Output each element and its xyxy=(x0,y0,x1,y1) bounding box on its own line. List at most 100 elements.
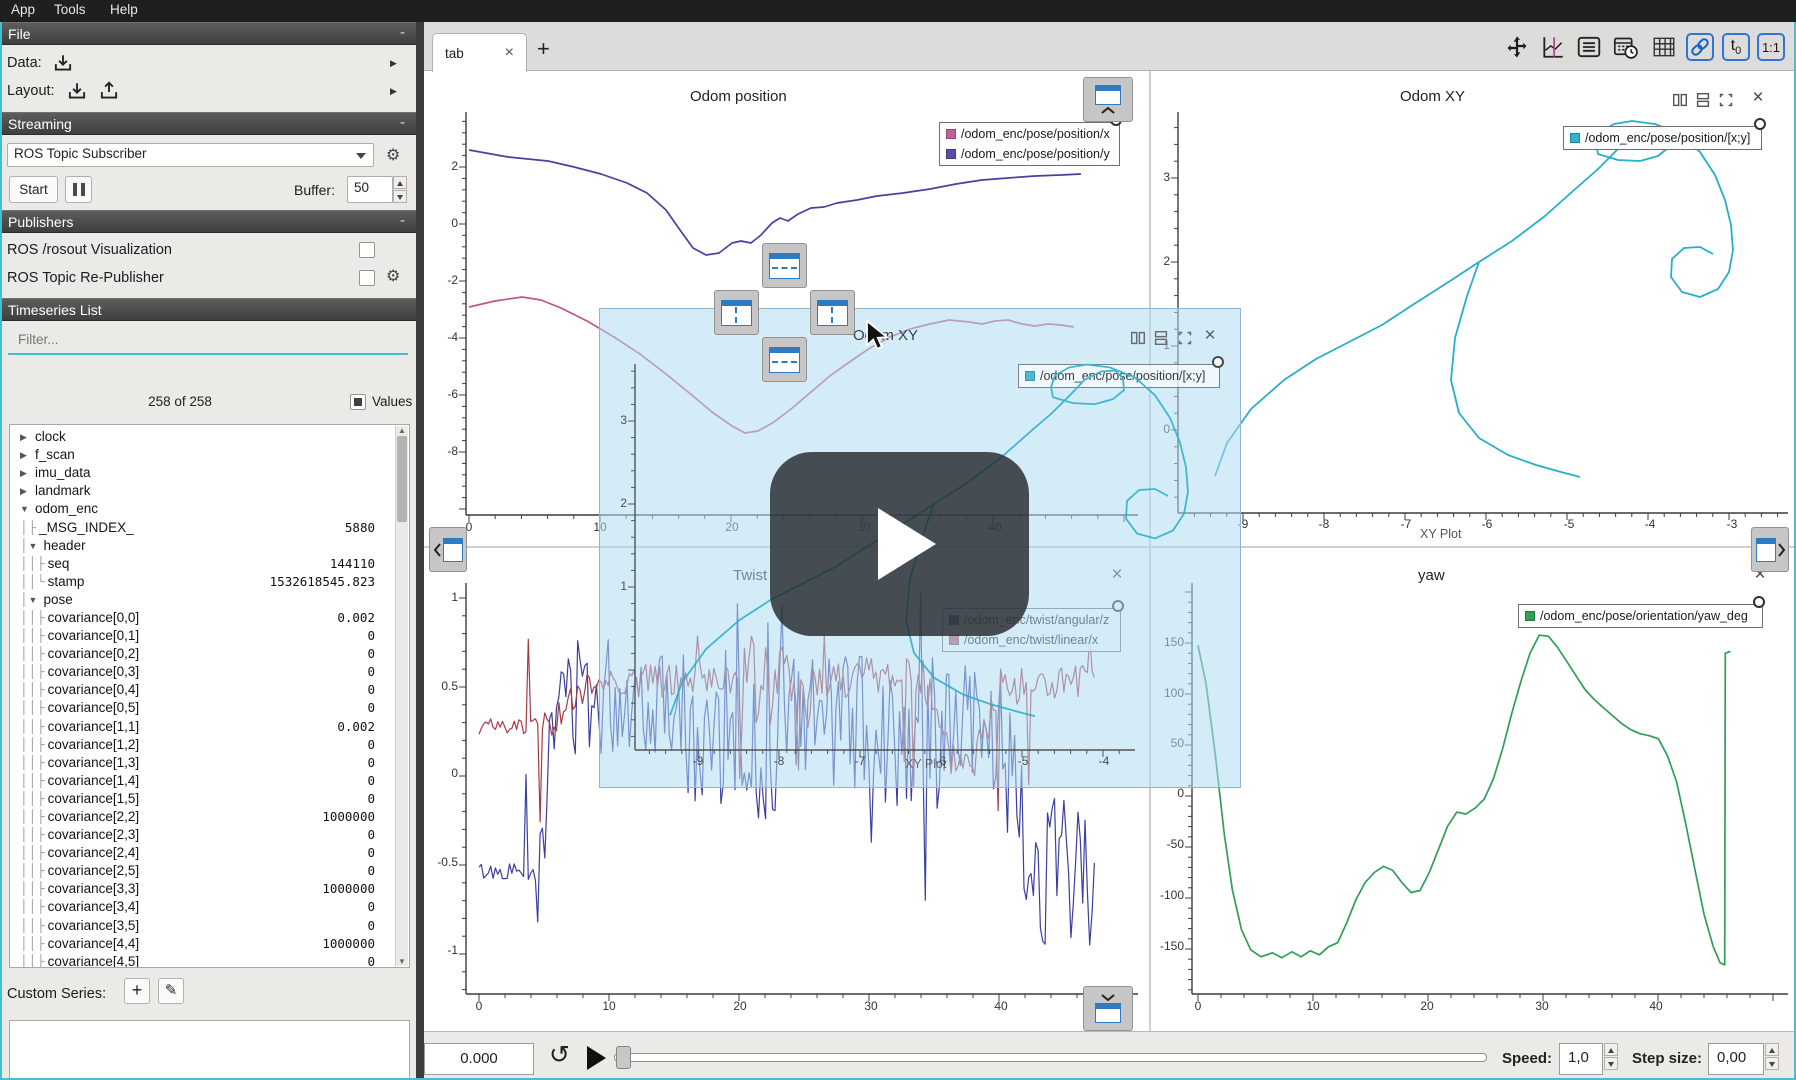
tree-item-covariance[4,5][interactable]: ││├covariance[4,5]0 xyxy=(10,953,409,968)
tree-item-pose[interactable]: │▼pose xyxy=(10,591,409,609)
tree-scrollbar[interactable]: ▲ ▼ xyxy=(395,426,408,966)
tree-item-odom_enc[interactable]: ▼odom_enc xyxy=(10,500,409,518)
video-play-button[interactable] xyxy=(770,452,1029,636)
tree-item-covariance[3,3][interactable]: ││├covariance[3,3]1000000 xyxy=(10,880,409,898)
tree-item-covariance[3,5][interactable]: ││├covariance[3,5]0 xyxy=(10,917,409,935)
tree-item-covariance[1,2][interactable]: ││├covariance[1,2]0 xyxy=(10,736,409,754)
spin-up-icon[interactable] xyxy=(1604,1043,1618,1056)
tree-item-stamp[interactable]: ││└stamp1532618545.823 xyxy=(10,573,409,591)
section-header-publishers[interactable]: Publishers - xyxy=(0,210,416,233)
tree-item-imu_data[interactable]: ▶imu_data xyxy=(10,464,409,482)
close-plot-icon[interactable]: × xyxy=(1748,88,1768,108)
legend-odom-position[interactable]: /odom_enc/pose/position/x/odom_enc/pose/… xyxy=(939,122,1120,166)
tree-item-covariance[4,4][interactable]: ││├covariance[4,4]1000000 xyxy=(10,935,409,953)
tree-expand-icon[interactable]: ▶ xyxy=(20,482,33,500)
tree-item-covariance[0,2][interactable]: ││├covariance[0,2]0 xyxy=(10,645,409,663)
tree-item-landmark[interactable]: ▶landmark xyxy=(10,482,409,500)
legend-entry[interactable]: /odom_enc/pose/position/[x;y] xyxy=(1570,128,1755,148)
menu-tools[interactable]: Tools xyxy=(54,2,86,17)
play-icon[interactable] xyxy=(587,1046,606,1070)
dock-target-bottom[interactable] xyxy=(762,337,807,382)
streaming-gear-icon[interactable]: ⚙ xyxy=(386,145,408,167)
dock-edge-top[interactable] xyxy=(1083,77,1133,122)
legend-handle[interactable] xyxy=(1754,118,1766,130)
dock-target-right[interactable] xyxy=(810,290,855,335)
buffer-spin-arrows[interactable] xyxy=(393,176,407,203)
layout-expand-arrow-icon[interactable]: ▶ xyxy=(390,86,397,97)
timeline-slider[interactable] xyxy=(614,1053,1487,1062)
republisher-gear-icon[interactable]: ⚙ xyxy=(386,266,408,288)
tree-expand-icon[interactable]: ▼ xyxy=(29,537,42,555)
step-spin-arrows[interactable] xyxy=(1765,1043,1779,1070)
tree-item-seq[interactable]: ││├seq144110 xyxy=(10,555,409,573)
collapse-icon[interactable]: - xyxy=(400,210,405,232)
data-expand-arrow-icon[interactable]: ▶ xyxy=(390,58,397,69)
add-custom-series-button[interactable]: + xyxy=(124,978,150,1004)
legend-handle[interactable] xyxy=(1753,596,1765,608)
pause-button[interactable] xyxy=(65,176,92,203)
spin-down-icon[interactable] xyxy=(393,190,407,203)
tree-item-covariance[0,5][interactable]: ││├covariance[0,5]0 xyxy=(10,699,409,717)
step-size-spinbox[interactable]: 0,00 xyxy=(1708,1043,1764,1075)
spin-up-icon[interactable] xyxy=(1765,1043,1779,1056)
scrollbar-thumb[interactable] xyxy=(397,436,407,522)
buffer-spinbox[interactable]: 50 xyxy=(347,176,393,203)
tree-expand-icon[interactable]: ▼ xyxy=(20,500,33,518)
tree-item-covariance[1,1][interactable]: ││├covariance[1,1]0.002 xyxy=(10,718,409,736)
section-header-file[interactable]: File - xyxy=(0,22,416,45)
tree-expand-icon[interactable]: ▶ xyxy=(20,464,33,482)
timeseries-tree[interactable]: ▶clock▶f_scan▶imu_data▶landmark▼odom_enc… xyxy=(9,424,410,968)
tree-item-covariance[1,5][interactable]: ││├covariance[1,5]0 xyxy=(10,790,409,808)
collapse-icon[interactable]: - xyxy=(400,112,405,134)
start-button[interactable]: Start xyxy=(9,176,58,203)
section-header-timeseries[interactable]: Timeseries List xyxy=(0,298,416,321)
spin-down-icon[interactable] xyxy=(1604,1057,1618,1070)
tree-expand-icon[interactable]: ▼ xyxy=(29,591,42,609)
tree-item-covariance[0,0][interactable]: ││├covariance[0,0]0.002 xyxy=(10,609,409,627)
layout-save-icon[interactable] xyxy=(98,80,120,102)
speed-spinbox[interactable]: 1,0 xyxy=(1559,1043,1603,1075)
streaming-source-select[interactable]: ROS Topic Subscriber xyxy=(7,143,374,167)
fullscreen-icon[interactable] xyxy=(1716,90,1736,110)
values-checkbox[interactable] xyxy=(350,394,366,410)
timeline-slider-handle[interactable] xyxy=(616,1046,631,1069)
spin-up-icon[interactable] xyxy=(393,176,407,189)
dock-edge-right[interactable] xyxy=(1751,527,1789,572)
tree-item-covariance[0,1][interactable]: ││├covariance[0,1]0 xyxy=(10,627,409,645)
tree-item-covariance[0,3][interactable]: ││├covariance[0,3]0 xyxy=(10,663,409,681)
split-vertical-icon[interactable] xyxy=(1693,90,1713,110)
tree-item-covariance[2,3][interactable]: ││├covariance[2,3]0 xyxy=(10,826,409,844)
republisher-checkbox[interactable] xyxy=(359,270,375,286)
dock-target-left[interactable] xyxy=(714,290,759,335)
tree-item-covariance[1,3][interactable]: ││├covariance[1,3]0 xyxy=(10,754,409,772)
dock-target-top[interactable] xyxy=(762,243,807,288)
spin-down-icon[interactable] xyxy=(1765,1057,1779,1070)
scroll-up-icon[interactable]: ▲ xyxy=(398,426,406,435)
rosout-checkbox[interactable] xyxy=(359,242,375,258)
loop-icon[interactable]: ↺ xyxy=(549,1040,570,1070)
legend-yaw[interactable]: /odom_enc/pose/orientation/yaw_deg xyxy=(1518,604,1763,628)
dock-edge-left[interactable] xyxy=(429,527,467,572)
tree-item-covariance[2,4][interactable]: ││├covariance[2,4]0 xyxy=(10,844,409,862)
section-header-streaming[interactable]: Streaming - xyxy=(0,112,416,135)
tree-item-_MSG_INDEX_[interactable]: │├_MSG_INDEX_5880 xyxy=(10,518,409,536)
panel-splitter[interactable] xyxy=(416,22,424,1080)
speed-spin-arrows[interactable] xyxy=(1604,1043,1618,1070)
tree-item-covariance[3,4][interactable]: ││├covariance[3,4]0 xyxy=(10,898,409,916)
menu-app[interactable]: App xyxy=(11,2,35,17)
collapse-icon[interactable]: - xyxy=(400,22,405,44)
data-load-icon[interactable] xyxy=(52,52,74,74)
legend-entry[interactable]: /odom_enc/pose/position/y xyxy=(946,144,1113,164)
edit-custom-series-button[interactable]: ✎ xyxy=(158,978,184,1004)
filter-input[interactable] xyxy=(18,328,388,350)
legend-odom-xy[interactable]: /odom_enc/pose/position/[x;y] xyxy=(1563,126,1762,150)
tree-item-covariance[2,2][interactable]: ││├covariance[2,2]1000000 xyxy=(10,808,409,826)
tree-item-covariance[2,5][interactable]: ││├covariance[2,5]0 xyxy=(10,862,409,880)
dock-edge-bottom[interactable] xyxy=(1083,986,1133,1031)
tree-item-clock[interactable]: ▶clock xyxy=(10,428,409,446)
legend-entry[interactable]: /odom_enc/pose/orientation/yaw_deg xyxy=(1525,606,1756,626)
tree-expand-icon[interactable]: ▶ xyxy=(20,428,33,446)
tree-expand-icon[interactable]: ▶ xyxy=(20,446,33,464)
layout-load-icon[interactable] xyxy=(66,80,88,102)
tree-item-covariance[1,4][interactable]: ││├covariance[1,4]0 xyxy=(10,772,409,790)
